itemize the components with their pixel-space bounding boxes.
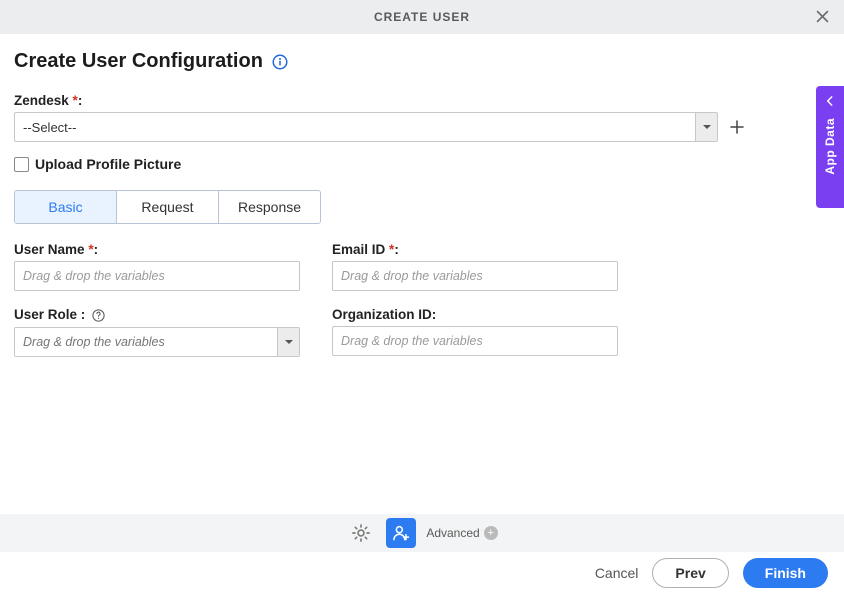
upload-profile-picture-label: Upload Profile Picture <box>35 156 181 172</box>
username-input[interactable] <box>14 261 300 291</box>
userrole-input[interactable] <box>15 328 277 356</box>
caret-down-icon <box>284 337 294 347</box>
zendesk-select[interactable]: --Select-- <box>14 112 718 142</box>
caret-down-icon <box>702 122 712 132</box>
finish-button[interactable]: Finish <box>743 558 828 588</box>
tab-response[interactable]: Response <box>219 191 320 223</box>
advanced-label: Advanced <box>426 526 479 540</box>
orgid-input[interactable] <box>332 326 618 356</box>
userrole-select-arrow[interactable] <box>277 328 299 356</box>
dialog-header: CREATE USER <box>0 0 844 34</box>
prev-button[interactable]: Prev <box>652 558 728 588</box>
userrole-select[interactable] <box>14 327 300 357</box>
plus-circle-icon: + <box>484 526 498 540</box>
add-zendesk-button[interactable] <box>728 118 746 136</box>
dialog-footer: Cancel Prev Finish <box>0 552 844 594</box>
app-data-panel-toggle[interactable]: App Data <box>816 86 844 208</box>
email-input[interactable] <box>332 261 618 291</box>
userrole-label: User Role : <box>14 307 300 323</box>
dialog-title: CREATE USER <box>374 10 470 24</box>
email-label: Email ID *: <box>332 242 618 257</box>
zendesk-label: Zendesk *: <box>14 93 830 108</box>
close-icon <box>814 8 831 25</box>
username-label: User Name *: <box>14 242 300 257</box>
zendesk-select-value: --Select-- <box>15 113 695 141</box>
advanced-toggle[interactable]: Advanced + <box>426 526 497 540</box>
app-data-label: App Data <box>823 118 837 175</box>
help-icon[interactable] <box>91 308 106 323</box>
dialog-body: Create User Configuration App Data Zende… <box>0 34 844 514</box>
settings-button[interactable] <box>346 518 376 548</box>
info-icon[interactable] <box>271 53 289 71</box>
orgid-label: Organization ID: <box>332 307 618 322</box>
basic-form: User Name *: Email ID *: User Role : Org… <box>14 242 830 357</box>
cancel-button[interactable]: Cancel <box>595 565 639 581</box>
config-toolbar: Advanced + <box>0 514 844 552</box>
page-title: Create User Configuration <box>14 50 263 73</box>
chevron-left-icon <box>823 94 837 108</box>
user-plus-icon <box>391 523 411 543</box>
tab-basic[interactable]: Basic <box>15 191 117 223</box>
close-button[interactable] <box>812 6 832 26</box>
config-tabs: Basic Request Response <box>14 190 321 224</box>
gear-icon <box>350 522 372 544</box>
zendesk-select-arrow[interactable] <box>695 113 717 141</box>
plus-icon <box>728 118 746 136</box>
create-user-button[interactable] <box>386 518 416 548</box>
upload-profile-picture-checkbox[interactable] <box>14 157 29 172</box>
tab-request[interactable]: Request <box>117 191 219 223</box>
